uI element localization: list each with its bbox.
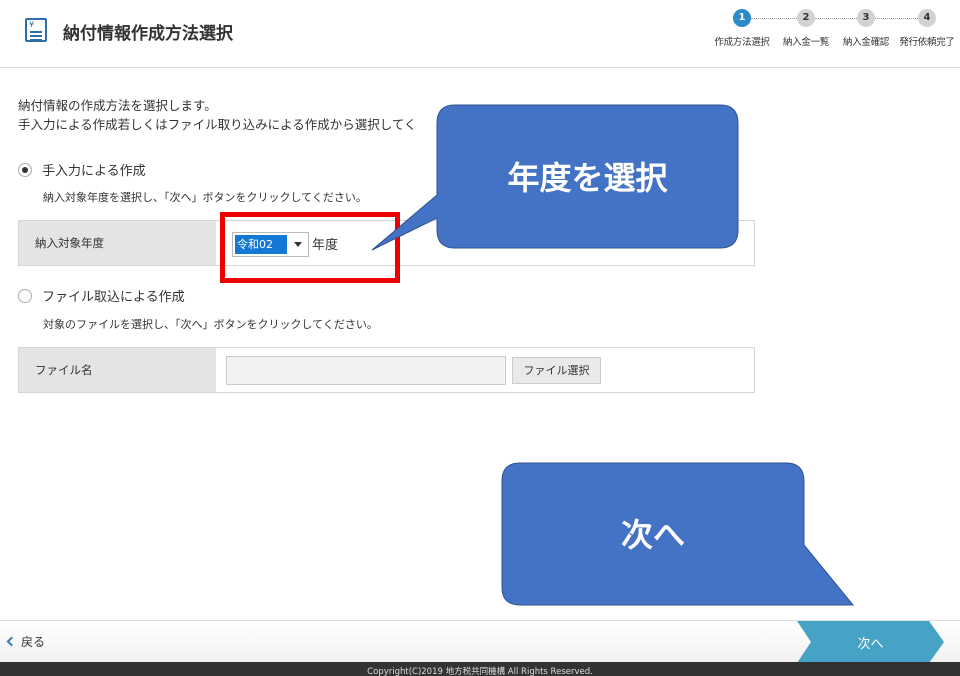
callout-shapes (371, 104, 855, 606)
next-button[interactable]: 次へ (797, 621, 944, 663)
back-label[interactable]: 戻る (21, 633, 45, 650)
callout-next-text: 次へ (620, 516, 685, 554)
callout-year-text: 年度を選択 (507, 159, 668, 197)
chevron-left-icon[interactable] (6, 636, 17, 647)
copyright: Copyright(C)2019 地方税共同機構 All Rights Rese… (0, 662, 960, 676)
back-link[interactable]: 戻る (6, 633, 45, 650)
bottom-nav: 戻る 次へ (0, 620, 960, 663)
next-button-label[interactable]: 次へ (797, 633, 944, 652)
